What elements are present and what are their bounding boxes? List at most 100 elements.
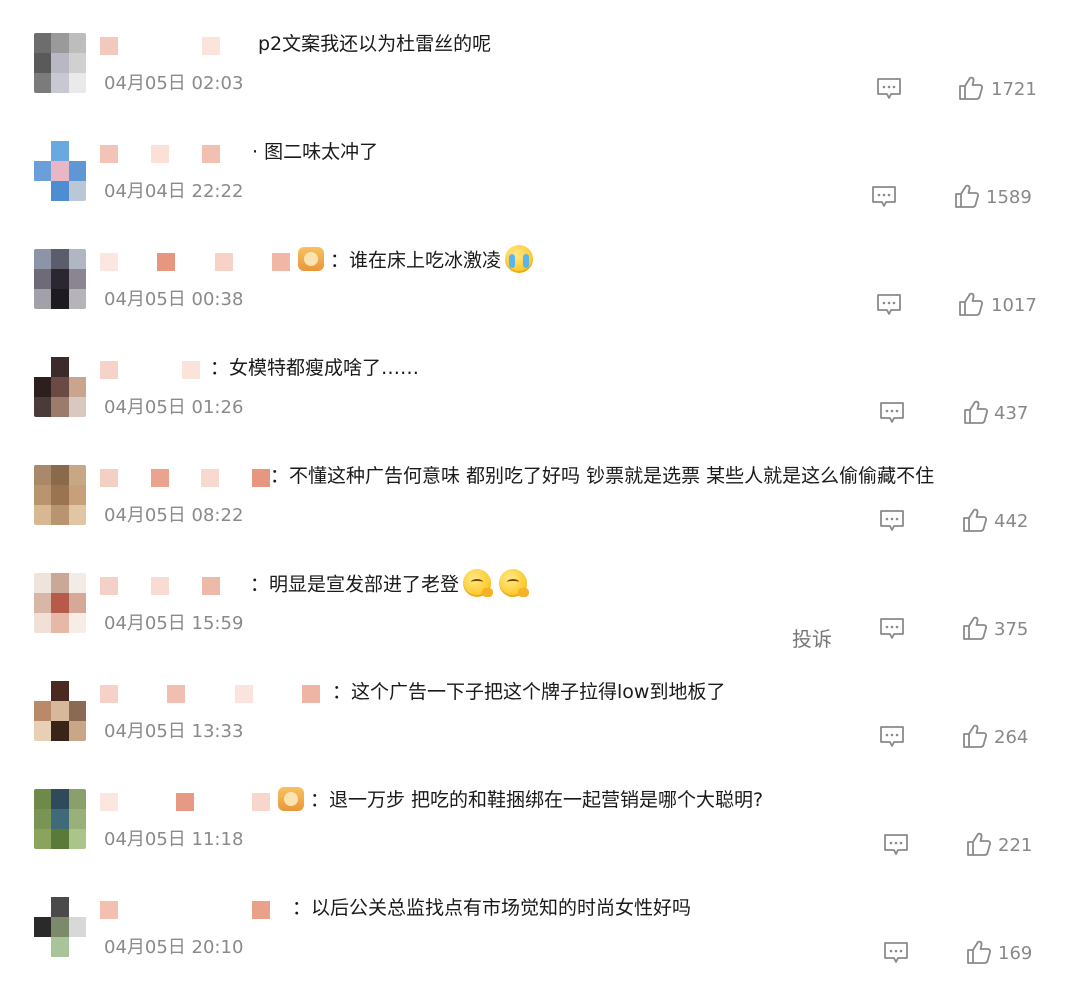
- avatar-tile: [68, 397, 86, 417]
- username-blur-block: [100, 361, 118, 379]
- reply-comment-icon[interactable]: [876, 293, 902, 317]
- avatar-tile: [68, 593, 86, 613]
- thumbs-up-icon[interactable]: [962, 723, 988, 749]
- like-count: 169: [998, 943, 1033, 964]
- avatar[interactable]: [34, 897, 86, 957]
- avatar-tile: [51, 141, 69, 161]
- avatar[interactable]: [34, 789, 86, 849]
- avatar-tile: [51, 593, 69, 613]
- comment-text-line: ：不懂这种广告何意味 都别吃了好吗 钞票就是选票 某些人就是这么偷偷藏不住: [270, 463, 934, 489]
- avatar-tile: [51, 613, 69, 633]
- avatar-tile: [51, 73, 69, 93]
- avatar-tile: [34, 141, 52, 161]
- colon-separator: ：: [250, 573, 270, 596]
- avatar-tile: [34, 505, 52, 525]
- reply-comment-icon[interactable]: [879, 401, 905, 425]
- reply-comment-icon[interactable]: [876, 77, 902, 101]
- thumbs-up-icon[interactable]: [954, 183, 980, 209]
- thumbs-up-icon[interactable]: [962, 507, 988, 533]
- avatar-tile: [68, 33, 86, 53]
- comment-timestamp: 04月05日 02:03: [104, 73, 244, 94]
- avatar-tile: [51, 161, 69, 181]
- username-blur-block: [100, 145, 118, 163]
- thumbs-up-icon[interactable]: [958, 291, 984, 317]
- username-blurred[interactable]: [100, 685, 320, 703]
- reply-comment-icon[interactable]: [883, 941, 909, 965]
- avatar-tile: [68, 485, 86, 505]
- comment-text: 不懂这种广告何意味 都别吃了好吗 钞票就是选票 某些人就是这么偷偷藏不住: [289, 465, 935, 487]
- avatar[interactable]: [34, 249, 86, 309]
- avatar-tile: [51, 33, 69, 53]
- avatar-tile: [34, 721, 52, 741]
- username-blur-block: [100, 469, 118, 487]
- avatar[interactable]: [34, 357, 86, 417]
- avatar[interactable]: [34, 141, 86, 201]
- avatar-tile: [51, 377, 69, 397]
- username-blurred[interactable]: [100, 253, 300, 271]
- comment-timestamp: 04月05日 08:22: [104, 505, 244, 526]
- reply-comment-icon[interactable]: [871, 185, 897, 209]
- comment-text-line: p2文案我还以为杜雷丝的呢: [258, 31, 491, 57]
- avatar-tile: [34, 289, 52, 309]
- avatar-tile: [68, 613, 86, 633]
- avatar[interactable]: [34, 681, 86, 741]
- comment-timestamp: 04月05日 15:59: [104, 613, 244, 634]
- like-count: 437: [994, 403, 1029, 424]
- comment-text: · 图二味太冲了: [252, 141, 379, 163]
- comment-timestamp: 04月04日 22:22: [104, 181, 244, 202]
- reply-comment-icon[interactable]: [879, 725, 905, 749]
- avatar-tile: [34, 681, 52, 701]
- comment-text: 女模特都瘦成啥了……: [229, 357, 420, 379]
- comment-item: ：不懂这种广告何意味 都别吃了好吗 钞票就是选票 某些人就是这么偷偷藏不住 04月…: [0, 465, 1080, 573]
- username-blur-block: [167, 685, 185, 703]
- avatar-tile: [34, 789, 52, 809]
- comment-item: ：谁在床上吃冰激凌 04月05日 00:38 1017: [0, 245, 1080, 357]
- report-button[interactable]: 投诉: [792, 623, 832, 652]
- avatar-tile: [34, 573, 52, 593]
- avatar-tile: [68, 937, 86, 957]
- avatar-tile: [51, 937, 69, 957]
- username-blur-block: [100, 253, 118, 271]
- avatar-tile: [34, 809, 52, 829]
- like-count: 221: [998, 835, 1033, 856]
- reply-comment-icon[interactable]: [883, 833, 909, 857]
- username-blurred[interactable]: [100, 901, 300, 919]
- username-blur-block: [252, 793, 270, 811]
- avatar-tile: [34, 357, 52, 377]
- avatar-tile: [34, 593, 52, 613]
- crying-face-emoji-icon: [505, 245, 534, 273]
- username-blur-block: [252, 901, 270, 919]
- thumbs-up-icon[interactable]: [966, 831, 992, 857]
- thumbs-up-icon[interactable]: [958, 75, 984, 101]
- avatar-tile: [68, 141, 86, 161]
- avatar[interactable]: [34, 465, 86, 525]
- avatar-tile: [68, 377, 86, 397]
- avatar-tile: [34, 181, 52, 201]
- avatar-tile: [68, 897, 86, 917]
- avatar[interactable]: [34, 573, 86, 633]
- username-blurred[interactable]: [100, 793, 300, 811]
- avatar-tile: [68, 289, 86, 309]
- comment-timestamp: 04月05日 00:38: [104, 289, 244, 310]
- reply-comment-icon[interactable]: [879, 509, 905, 533]
- avatar-tile: [51, 789, 69, 809]
- avatar-tile: [68, 721, 86, 741]
- comment-timestamp: 04月05日 01:26: [104, 397, 244, 418]
- avatar-tile: [34, 53, 52, 73]
- reply-comment-icon[interactable]: [879, 617, 905, 641]
- avatar-tile: [34, 397, 52, 417]
- comment-text: 退一万步 把吃的和鞋捆绑在一起营销是哪个大聪明?: [329, 789, 764, 811]
- comment-text-line: ：谁在床上吃冰激凌: [298, 245, 537, 275]
- avatar[interactable]: [34, 33, 86, 93]
- thumbs-up-icon[interactable]: [963, 399, 989, 425]
- thumbs-up-icon[interactable]: [966, 939, 992, 965]
- comment-item: p2文案我还以为杜雷丝的呢 04月05日 02:03 1721: [0, 33, 1080, 141]
- avatar-tile: [34, 829, 52, 849]
- thumbs-up-icon[interactable]: [962, 615, 988, 641]
- user-badge-icon: [278, 786, 304, 811]
- like-count: 1017: [991, 295, 1037, 316]
- username-blur-block: [252, 469, 270, 487]
- avatar-tile: [68, 269, 86, 289]
- comment-text: 这个广告一下子把这个牌子拉得low到地板了: [351, 681, 726, 703]
- avatar-tile: [51, 357, 69, 377]
